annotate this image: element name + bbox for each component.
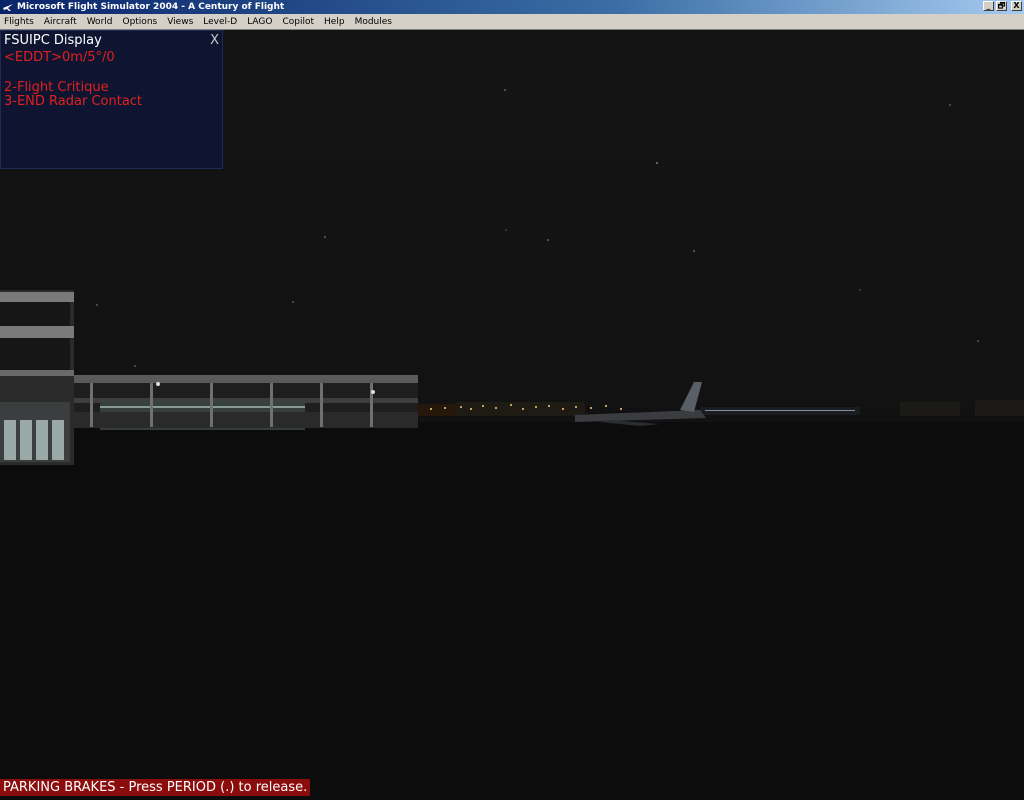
city-lights	[418, 400, 1024, 416]
menu-copilot[interactable]: Copilot	[277, 17, 319, 27]
menu-bar: Flights Aircraft World Options Views Lev…	[0, 14, 1024, 30]
apron-ground	[0, 422, 1024, 800]
menu-flights[interactable]: Flights	[0, 17, 39, 27]
menu-views[interactable]: Views	[162, 17, 198, 27]
parking-brakes-message: PARKING BRAKES - Press PERIOD (.) to rel…	[0, 779, 311, 796]
stars	[96, 89, 979, 367]
terminal-building	[72, 375, 418, 430]
menu-world[interactable]: World	[82, 17, 118, 27]
menu-help[interactable]: Help	[319, 17, 350, 27]
fsuipc-close-button[interactable]: X	[210, 33, 219, 48]
window-title: Microsoft Flight Simulator 2004 - A Cent…	[17, 2, 285, 12]
fsuipc-title: FSUIPC Display	[4, 33, 102, 48]
app-icon[interactable]	[2, 1, 14, 13]
menu-aircraft[interactable]: Aircraft	[39, 17, 82, 27]
fsuipc-line-airport: <EDDT>0m/5°/0	[4, 50, 115, 65]
menu-modules[interactable]: Modules	[350, 17, 397, 27]
title-bar: Microsoft Flight Simulator 2004 - A Cent…	[0, 0, 1024, 14]
near-building	[0, 290, 74, 465]
window-controls: _ 🗗 X	[983, 1, 1022, 11]
close-button[interactable]: X	[1011, 1, 1022, 11]
minimize-button[interactable]: _	[983, 1, 994, 11]
menu-options[interactable]: Options	[117, 17, 162, 27]
restore-button[interactable]: 🗗	[996, 1, 1007, 11]
fsuipc-option-end-radar-contact[interactable]: 3-END Radar Contact	[4, 94, 142, 109]
fsuipc-option-flight-critique[interactable]: 2-Flight Critique	[4, 80, 109, 95]
menu-lago[interactable]: LAGO	[242, 17, 277, 27]
fsuipc-display-panel: FSUIPC Display X <EDDT>0m/5°/0 2-Flight …	[0, 30, 223, 169]
menu-level-d[interactable]: Level-D	[198, 17, 242, 27]
